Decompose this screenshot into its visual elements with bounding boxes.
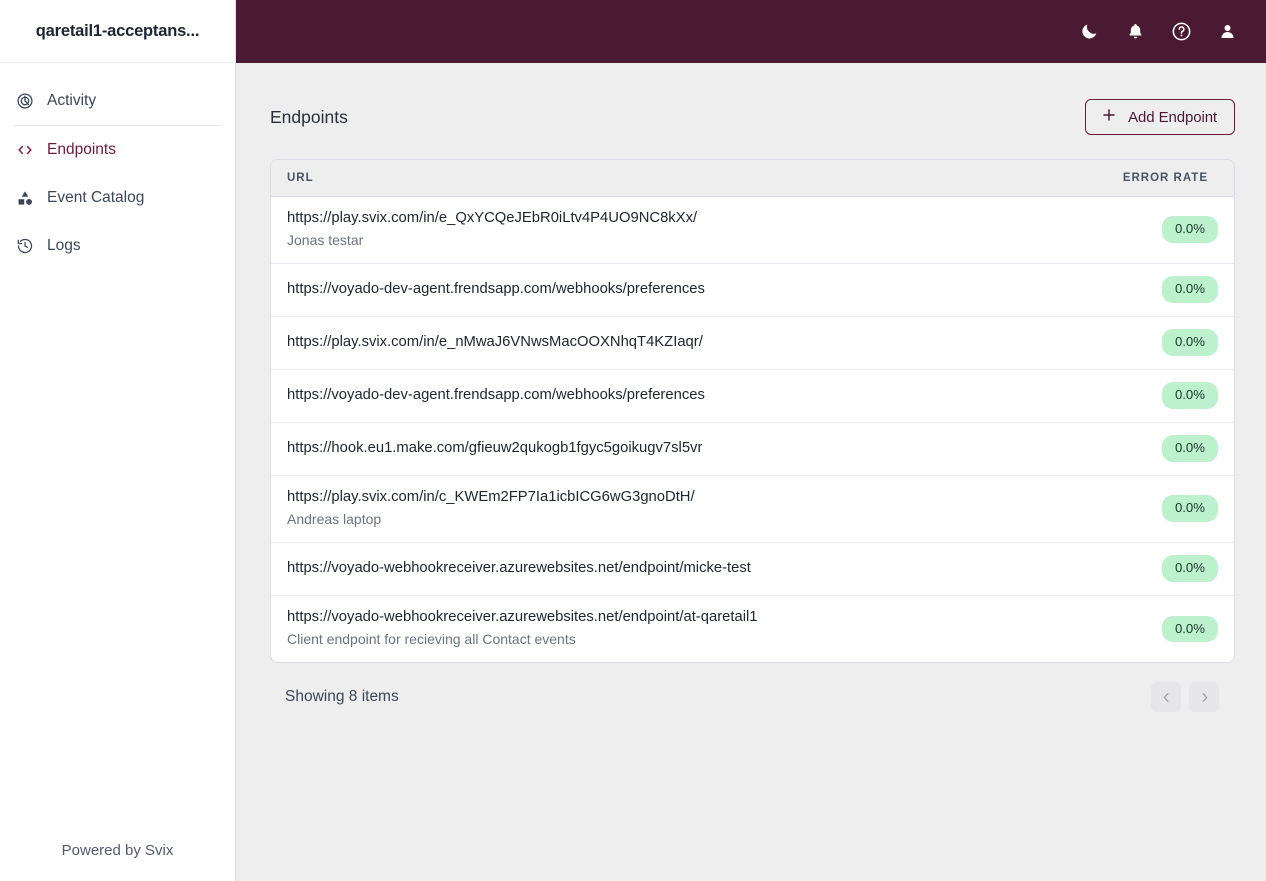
endpoint-url: https://voyado-dev-agent.frendsapp.com/w… bbox=[287, 280, 705, 297]
table-header: URL ERROR RATE bbox=[271, 160, 1234, 197]
activity-icon bbox=[16, 92, 34, 110]
endpoint-description: Client endpoint for recieving all Contac… bbox=[287, 631, 576, 648]
user-account-icon[interactable] bbox=[1208, 13, 1246, 51]
pagination-buttons bbox=[1151, 682, 1219, 712]
sidebar: qaretail1-acceptans... Activity Endpoint… bbox=[0, 0, 236, 881]
endpoint-url: https://play.svix.com/in/e_QxYCQeJEbR0iL… bbox=[287, 210, 698, 227]
endpoints-card: URL ERROR RATE https://play.svix.com/in/… bbox=[270, 159, 1235, 663]
table-row[interactable]: https://voyado-dev-agent.frendsapp.com/w… bbox=[271, 369, 1234, 422]
error-rate-badge: 0.0% bbox=[1161, 615, 1218, 642]
column-header-error-rate: ERROR RATE bbox=[1044, 160, 1234, 197]
main-area: Endpoints Add Endpoint URL ERROR RATE ht… bbox=[236, 0, 1266, 881]
error-rate-badge: 0.0% bbox=[1161, 276, 1218, 303]
help-question-icon[interactable] bbox=[1162, 13, 1200, 51]
shapes-icon bbox=[16, 189, 34, 207]
cell-error-rate: 0.0% bbox=[1044, 595, 1234, 662]
cell-error-rate: 0.0% bbox=[1044, 316, 1234, 369]
sidebar-item-logs[interactable]: Logs bbox=[0, 222, 235, 270]
powered-by-label: Powered by Svix bbox=[61, 841, 174, 859]
cell-error-rate: 0.0% bbox=[1044, 475, 1234, 542]
sidebar-nav: Activity Endpoints Event Catalog Logs bbox=[0, 63, 235, 819]
dark-mode-moon-icon[interactable] bbox=[1070, 13, 1108, 51]
add-endpoint-label: Add Endpoint bbox=[1128, 108, 1217, 126]
cell-url: https://hook.eu1.make.com/gfieuw2qukogb1… bbox=[271, 422, 1044, 475]
chevron-right-icon bbox=[1198, 691, 1211, 704]
notifications-bell-icon[interactable] bbox=[1116, 13, 1154, 51]
cell-error-rate: 0.0% bbox=[1044, 542, 1234, 595]
table-row[interactable]: https://hook.eu1.make.com/gfieuw2qukogb1… bbox=[271, 422, 1234, 475]
sidebar-footer: Powered by Svix bbox=[0, 819, 235, 881]
cell-url: https://voyado-dev-agent.frendsapp.com/w… bbox=[271, 263, 1044, 316]
error-rate-badge: 0.0% bbox=[1161, 382, 1218, 409]
error-rate-badge: 0.0% bbox=[1161, 435, 1218, 462]
sidebar-header: qaretail1-acceptans... bbox=[0, 0, 235, 63]
cell-error-rate: 0.0% bbox=[1044, 263, 1234, 316]
table-header-row: URL ERROR RATE bbox=[271, 160, 1234, 197]
history-clock-icon bbox=[16, 237, 34, 255]
cell-url: https://voyado-webhookreceiver.azurewebs… bbox=[271, 595, 1044, 662]
page-header: Endpoints Add Endpoint bbox=[270, 99, 1235, 135]
workspace-title: qaretail1-acceptans... bbox=[35, 21, 200, 40]
sidebar-item-endpoints[interactable]: Endpoints bbox=[0, 126, 235, 174]
table-row[interactable]: https://play.svix.com/in/e_QxYCQeJEbR0iL… bbox=[271, 196, 1234, 263]
table-body: https://play.svix.com/in/e_QxYCQeJEbR0iL… bbox=[271, 196, 1234, 662]
endpoint-url: https://hook.eu1.make.com/gfieuw2qukogb1… bbox=[287, 439, 703, 456]
cell-error-rate: 0.0% bbox=[1044, 422, 1234, 475]
previous-page-button[interactable] bbox=[1151, 682, 1181, 712]
next-page-button[interactable] bbox=[1189, 682, 1219, 712]
page-title: Endpoints bbox=[270, 106, 348, 127]
sidebar-item-event-catalog[interactable]: Event Catalog bbox=[0, 174, 235, 222]
sidebar-item-label: Logs bbox=[47, 237, 81, 254]
pagination-bar: Showing 8 items bbox=[270, 679, 1235, 715]
content-area: Endpoints Add Endpoint URL ERROR RATE ht… bbox=[236, 63, 1266, 881]
add-endpoint-button[interactable]: Add Endpoint bbox=[1085, 99, 1235, 135]
endpoint-url: https://voyado-webhookreceiver.azurewebs… bbox=[287, 609, 758, 626]
error-rate-badge: 0.0% bbox=[1161, 216, 1218, 243]
error-rate-badge: 0.0% bbox=[1161, 555, 1218, 582]
column-header-url: URL bbox=[271, 160, 1044, 197]
cell-error-rate: 0.0% bbox=[1044, 369, 1234, 422]
endpoint-url: https://play.svix.com/in/c_KWEm2FP7Ia1ic… bbox=[287, 489, 695, 506]
showing-items-label: Showing 8 items bbox=[285, 688, 399, 705]
sidebar-item-label: Activity bbox=[47, 92, 97, 109]
endpoint-description: Andreas laptop bbox=[287, 511, 382, 528]
sidebar-item-label: Event Catalog bbox=[47, 189, 145, 206]
endpoint-url: https://voyado-webhookreceiver.azurewebs… bbox=[287, 559, 751, 576]
plus-icon bbox=[1101, 107, 1117, 127]
sidebar-item-label: Endpoints bbox=[47, 141, 116, 158]
cell-url: https://voyado-dev-agent.frendsapp.com/w… bbox=[271, 369, 1044, 422]
topbar bbox=[236, 0, 1266, 63]
endpoint-description: Jonas testar bbox=[287, 232, 364, 249]
endpoint-url: https://play.svix.com/in/e_nMwaJ6VNwsMac… bbox=[287, 333, 703, 350]
cell-url: https://voyado-webhookreceiver.azurewebs… bbox=[271, 542, 1044, 595]
error-rate-badge: 0.0% bbox=[1161, 495, 1218, 522]
endpoint-url: https://voyado-dev-agent.frendsapp.com/w… bbox=[287, 386, 705, 403]
error-rate-badge: 0.0% bbox=[1161, 329, 1218, 356]
cell-url: https://play.svix.com/in/e_QxYCQeJEbR0iL… bbox=[271, 196, 1044, 263]
table-row[interactable]: https://voyado-webhookreceiver.azurewebs… bbox=[271, 542, 1234, 595]
table-row[interactable]: https://voyado-webhookreceiver.azurewebs… bbox=[271, 595, 1234, 662]
cell-error-rate: 0.0% bbox=[1044, 196, 1234, 263]
cell-url: https://play.svix.com/in/e_nMwaJ6VNwsMac… bbox=[271, 316, 1044, 369]
table-row[interactable]: https://play.svix.com/in/e_nMwaJ6VNwsMac… bbox=[271, 316, 1234, 369]
table-row[interactable]: https://play.svix.com/in/c_KWEm2FP7Ia1ic… bbox=[271, 475, 1234, 542]
cell-url: https://play.svix.com/in/c_KWEm2FP7Ia1ic… bbox=[271, 475, 1044, 542]
app-root: qaretail1-acceptans... Activity Endpoint… bbox=[0, 0, 1266, 881]
table-row[interactable]: https://voyado-dev-agent.frendsapp.com/w… bbox=[271, 263, 1234, 316]
chevron-left-icon bbox=[1160, 691, 1173, 704]
endpoints-table: URL ERROR RATE https://play.svix.com/in/… bbox=[271, 160, 1234, 662]
sidebar-item-activity[interactable]: Activity bbox=[0, 77, 235, 125]
code-brackets-icon bbox=[16, 141, 34, 159]
